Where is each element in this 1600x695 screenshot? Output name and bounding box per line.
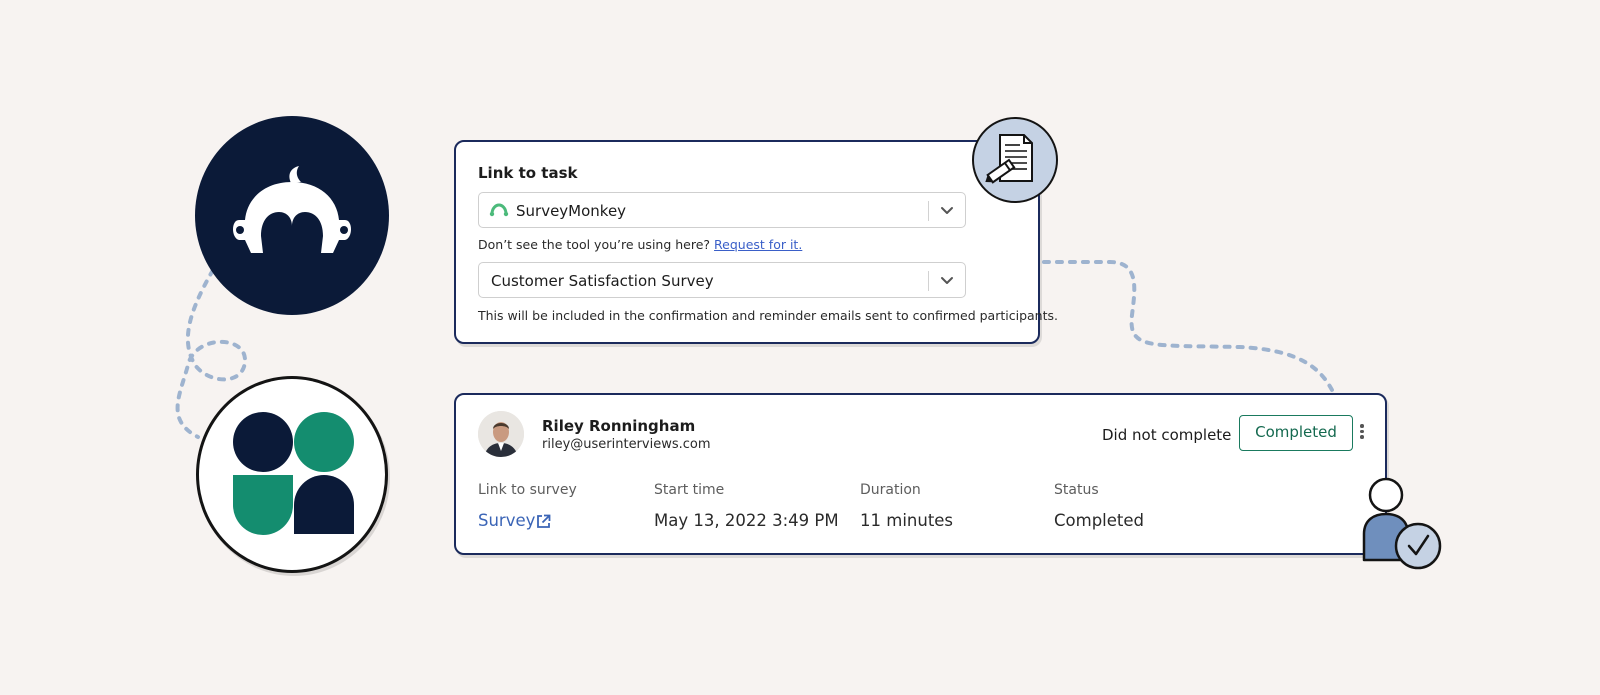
survey-helper-text: This will be included in the confirmatio… — [478, 308, 1058, 323]
more-options-icon[interactable] — [1357, 422, 1367, 444]
select-divider — [928, 271, 929, 291]
start-time-value: May 13, 2022 3:49 PM — [654, 511, 839, 530]
link-to-task-card: Link to task SurveyMonkey Don’t see the … — [454, 140, 1058, 344]
duration-value: 11 minutes — [860, 511, 954, 530]
request-tool-link[interactable]: Request for it. — [714, 237, 802, 252]
survey-select[interactable]: Customer Satisfaction Survey — [478, 262, 966, 298]
surveymonkey-icon — [489, 203, 509, 217]
external-link-icon[interactable] — [536, 514, 551, 529]
document-badge — [972, 117, 1058, 203]
survey-link-text[interactable]: Survey — [478, 511, 535, 530]
select-divider — [928, 201, 929, 221]
connector-lines — [175, 226, 1334, 439]
tool-select[interactable]: SurveyMonkey — [478, 192, 966, 228]
surveymonkey-monkey-icon — [233, 166, 351, 253]
user-interviews-logo — [196, 376, 388, 573]
user-check-icon — [1362, 477, 1442, 570]
chevron-down-icon[interactable] — [937, 270, 957, 290]
survey-select-value: Customer Satisfaction Survey — [491, 272, 714, 290]
status-value: Completed — [1054, 511, 1144, 530]
completed-button[interactable]: Completed — [1239, 415, 1353, 451]
surveymonkey-logo — [195, 116, 389, 315]
tool-select-value: SurveyMonkey — [516, 202, 627, 220]
avatar — [478, 411, 524, 457]
user-interviews-mark-icon — [233, 412, 354, 535]
chevron-down-icon[interactable] — [937, 200, 957, 220]
person-photo-icon — [478, 411, 524, 457]
status-label: Status — [1054, 482, 1099, 498]
duration-label: Duration — [860, 482, 921, 498]
tool-helper-label: Don’t see the tool you’re using here? — [478, 237, 711, 252]
tool-helper-text: Don’t see the tool you’re using here? Re… — [478, 237, 802, 252]
participant-email: riley@userinterviews.com — [542, 437, 711, 452]
dashed-path-top-right — [1016, 226, 1334, 392]
did-not-complete-button[interactable]: Did not complete — [1102, 426, 1231, 444]
participant-name: Riley Ronningham — [542, 417, 696, 435]
card-title: Link to task — [478, 164, 578, 182]
link-to-survey-label: Link to survey — [478, 482, 577, 498]
document-pencil-icon — [985, 134, 1033, 184]
participant-card: Riley Ronningham riley@userinterviews.co… — [454, 393, 1387, 555]
start-time-label: Start time — [654, 482, 725, 498]
survey-link[interactable]: Survey — [478, 511, 535, 530]
